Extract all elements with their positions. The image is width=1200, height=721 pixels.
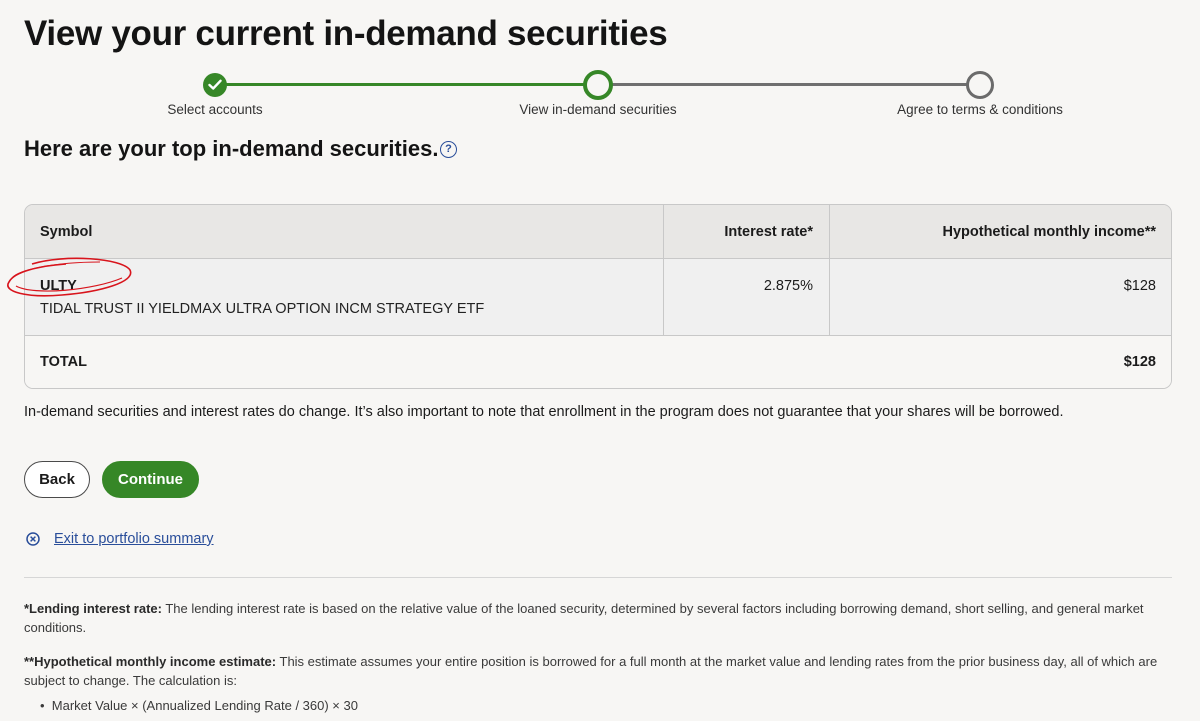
section-divider xyxy=(24,577,1172,578)
security-interest-rate: 2.875% xyxy=(763,278,813,294)
stepper-line-complete xyxy=(226,83,586,86)
progress-stepper: Select accounts View in-demand securitie… xyxy=(0,70,1200,120)
column-divider xyxy=(829,205,830,336)
footnote-income-title: **Hypothetical monthly income estimate: xyxy=(24,654,277,669)
formula-text: Market Value × (Annualized Lending Rate … xyxy=(51,698,358,713)
step-label-view-securities: View in-demand securities xyxy=(519,102,677,117)
total-label: TOTAL xyxy=(40,354,87,370)
page-title: View your current in-demand securities xyxy=(24,14,668,53)
stepper-line-upcoming xyxy=(612,83,968,86)
exit-portfolio-link[interactable]: Exit to portfolio summary xyxy=(26,531,214,547)
footnote-lending-text: The lending interest rate is based on th… xyxy=(24,601,1144,635)
column-header-monthly-income: Hypothetical monthly income** xyxy=(942,224,1156,240)
step-label-select-accounts: Select accounts xyxy=(167,102,263,117)
table-total-row: TOTAL $128 xyxy=(25,336,1171,388)
column-header-symbol: Symbol xyxy=(40,224,93,240)
continue-button[interactable]: Continue xyxy=(102,461,199,498)
formula-list-item: • Market Value × (Annualized Lending Rat… xyxy=(40,698,358,713)
step-upcoming-dot xyxy=(966,71,994,99)
step-complete-check-icon xyxy=(203,73,227,97)
security-monthly-income: $128 xyxy=(1123,278,1156,294)
step-label-agree-terms: Agree to terms & conditions xyxy=(897,102,1063,117)
step-current-dot xyxy=(583,70,613,100)
table-row: ULTY TIDAL TRUST II YIELDMAX ULTRA OPTIO… xyxy=(25,259,1171,336)
footnote-monthly-income: **Hypothetical monthly income estimate: … xyxy=(24,652,1164,690)
back-button[interactable]: Back xyxy=(24,461,90,498)
footnote-lending-rate: *Lending interest rate: The lending inte… xyxy=(24,599,1164,637)
exit-link-label[interactable]: Exit to portfolio summary xyxy=(54,531,214,547)
red-circle-annotation xyxy=(7,257,132,297)
table-header-row: Symbol Interest rate* Hypothetical month… xyxy=(25,205,1171,259)
disclaimer-note: In-demand securities and interest rates … xyxy=(24,404,1064,420)
section-heading: Here are your top in-demand securities. xyxy=(24,136,439,161)
securities-table: Symbol Interest rate* Hypothetical month… xyxy=(24,204,1172,389)
question-circle-icon[interactable]: ? xyxy=(440,141,457,158)
column-header-interest-rate: Interest rate* xyxy=(724,224,813,240)
column-divider xyxy=(663,205,664,336)
x-circle-icon xyxy=(26,532,40,546)
footnote-lending-title: *Lending interest rate: xyxy=(24,601,162,616)
total-value: $128 xyxy=(1123,354,1156,370)
